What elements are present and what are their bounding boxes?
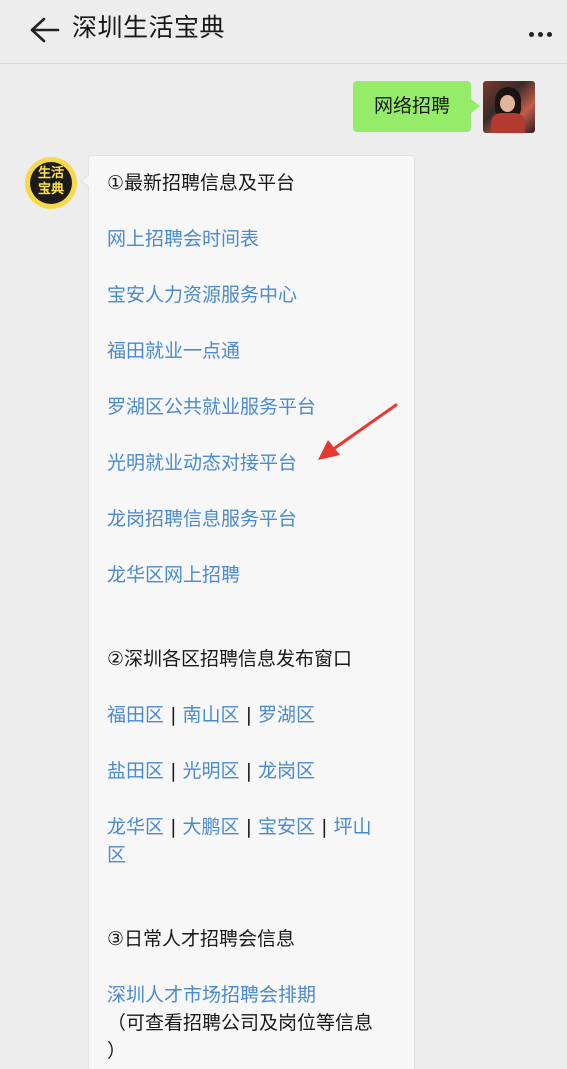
note-text-end: ） [107, 1040, 127, 1062]
section-heading-job-fairs: ③日常人才招聘会信息 [107, 928, 296, 950]
link-longhua-online-recruitment[interactable]: 龙华区网上招聘 [107, 561, 240, 589]
district-row-1: 福田区 | 南山区 | 罗湖区 [107, 704, 316, 726]
back-arrow-icon[interactable] [26, 14, 62, 46]
chat-title: 深圳生活宝典 [72, 13, 226, 42]
red-arrow-annotation-icon [310, 400, 405, 470]
link-district-nanshan[interactable]: 南山区 [183, 704, 240, 726]
link-futian-employment[interactable]: 福田就业一点通 [107, 337, 240, 365]
district-row-2: 盐田区 | 光明区 | 龙岗区 [107, 760, 316, 782]
bot-message-bubble: ①最新招聘信息及平台 网上招聘会时间表 宝安人力资源服务中心 福田就业一点通 罗… [80, 155, 415, 1069]
link-district-pingshan[interactable]: 坪山 [334, 816, 372, 838]
link-online-job-fair-schedule[interactable]: 网上招聘会时间表 [107, 225, 259, 253]
section-heading-districts: ②深圳各区招聘信息发布窗口 [107, 648, 353, 670]
link-guangming-employment-platform[interactable]: 光明就业动态对接平台 [107, 449, 297, 477]
link-talent-market-schedule[interactable]: 深圳人才市场招聘会排期 [107, 981, 316, 1009]
link-district-yantian[interactable]: 盐田区 [107, 760, 164, 782]
user-message-bubble[interactable]: 网络招聘 [353, 81, 480, 132]
link-district-luohu[interactable]: 罗湖区 [258, 704, 315, 726]
link-district-guangming[interactable]: 光明区 [183, 760, 240, 782]
top-bar: 深圳生活宝典 [0, 0, 567, 64]
link-longgang-recruitment-platform[interactable]: 龙岗招聘信息服务平台 [107, 505, 297, 533]
link-luohu-employment-platform[interactable]: 罗湖区公共就业服务平台 [107, 393, 316, 421]
section-heading-latest: ①最新招聘信息及平台 [107, 172, 296, 194]
link-district-longgang[interactable]: 龙岗区 [258, 760, 315, 782]
link-baoan-hr-center[interactable]: 宝安人力资源服务中心 [107, 281, 297, 309]
note-text: （可查看招聘公司及岗位等信息 [107, 1012, 374, 1034]
bot-avatar-logo[interactable]: 生活 宝典 [25, 157, 77, 209]
district-row-3: 龙华区 | 大鹏区 | 宝安区 | 坪山 [107, 816, 372, 838]
link-district-longhua[interactable]: 龙华区 [107, 816, 164, 838]
link-district-futian[interactable]: 福田区 [107, 704, 164, 726]
link-district-dapeng[interactable]: 大鹏区 [183, 816, 240, 838]
more-options-icon[interactable] [523, 18, 559, 46]
bot-avatar-text: 生活 宝典 [37, 166, 64, 197]
link-district-baoan[interactable]: 宝安区 [258, 816, 315, 838]
link-district-pingshan-wrap[interactable]: 区 [107, 841, 126, 869]
user-avatar[interactable] [483, 81, 535, 133]
